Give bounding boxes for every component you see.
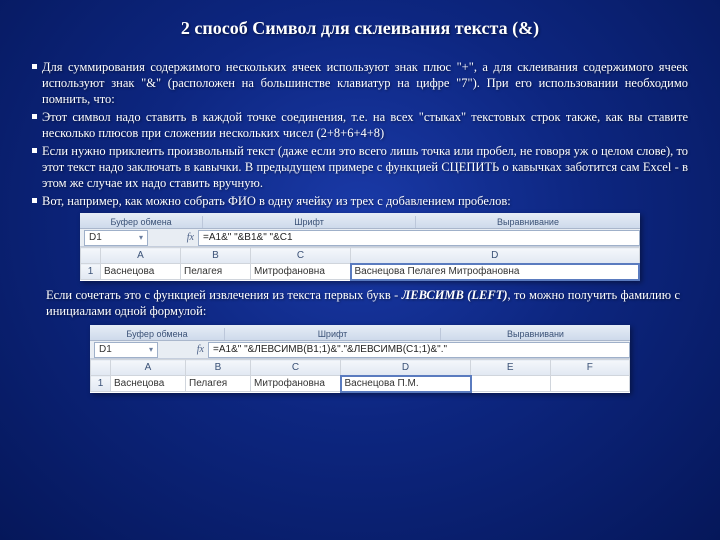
col-header[interactable]: B — [181, 248, 251, 264]
cell-selected[interactable]: Васнецова П.М. — [341, 376, 471, 392]
select-all-corner[interactable] — [91, 360, 111, 376]
bullet-list: Для суммирования содержимого нескольких … — [32, 59, 688, 209]
note-text: Если сочетать это с функцией извлечения … — [46, 287, 680, 320]
col-header[interactable]: F — [550, 360, 630, 376]
ribbon-group-clipboard: Буфер обмена — [90, 328, 225, 340]
slide-title: 2 способ Символ для склеивания текста (&… — [32, 18, 688, 39]
ribbon-group-font: Шрифт — [225, 328, 441, 340]
bullet-item: Для суммирования содержимого нескольких … — [32, 59, 688, 107]
bullet-item: Этот символ надо ставить в каждой точке … — [32, 109, 688, 141]
row-header[interactable]: 1 — [91, 376, 111, 392]
cell[interactable]: Митрофановна — [251, 376, 341, 392]
cell[interactable] — [471, 376, 551, 392]
name-box[interactable]: D1 ▾ — [94, 342, 158, 358]
grid: A B C D 1 Васнецова Пелагея Митрофановна… — [80, 247, 640, 281]
name-box-value: D1 — [89, 232, 102, 243]
fx-icon[interactable]: fx — [187, 232, 194, 243]
col-header[interactable]: C — [251, 360, 341, 376]
col-header[interactable]: A — [111, 360, 186, 376]
dropdown-icon: ▾ — [139, 233, 143, 242]
bullet-item: Если нужно приклеить произвольный текст … — [32, 143, 688, 191]
excel-screenshot-2: Буфер обмена Шрифт Выравнивани D1 ▾ fx =… — [90, 325, 630, 393]
note-em: ЛЕВСИМВ (LEFT) — [402, 288, 508, 302]
cell-selected[interactable]: Васнецова Пелагея Митрофановна — [351, 264, 640, 280]
ribbon-group-align: Выравнивани — [441, 328, 630, 340]
col-header[interactable]: D — [351, 248, 640, 264]
select-all-corner[interactable] — [81, 248, 101, 264]
cell[interactable] — [550, 376, 630, 392]
name-box-value: D1 — [99, 344, 112, 355]
col-header[interactable]: A — [101, 248, 181, 264]
cell[interactable]: Пелагея — [181, 264, 251, 280]
name-box[interactable]: D1 ▾ — [84, 230, 148, 246]
formula-bar: D1 ▾ fx =A1&" "&B1&" "&C1 — [80, 229, 640, 247]
col-header[interactable]: B — [186, 360, 251, 376]
ribbon-group-clipboard: Буфер обмена — [80, 216, 203, 228]
cell[interactable]: Васнецова — [111, 376, 186, 392]
fx-buttons: fx — [158, 344, 208, 355]
fx-buttons: fx — [148, 232, 198, 243]
ribbon-group-font: Шрифт — [203, 216, 416, 228]
excel-screenshot-1: Буфер обмена Шрифт Выравнивание D1 ▾ fx … — [80, 213, 640, 281]
grid: A B C D E F 1 Васнецова Пелагея Митрофан… — [90, 359, 630, 393]
cell[interactable]: Васнецова — [101, 264, 181, 280]
cell[interactable]: Пелагея — [186, 376, 251, 392]
formula-input[interactable]: =A1&" "&ЛЕВСИМВ(B1;1)&"."&ЛЕВСИМВ(C1;1)&… — [208, 342, 630, 358]
bullet-item: Вот, например, как можно собрать ФИО в о… — [32, 193, 688, 209]
col-header[interactable]: E — [471, 360, 551, 376]
col-header[interactable]: D — [341, 360, 471, 376]
dropdown-icon: ▾ — [149, 345, 153, 354]
note-pre: Если сочетать это с функцией извлечения … — [46, 288, 402, 302]
ribbon: Буфер обмена Шрифт Выравнивани — [90, 325, 630, 341]
formula-bar: D1 ▾ fx =A1&" "&ЛЕВСИМВ(B1;1)&"."&ЛЕВСИМ… — [90, 341, 630, 359]
ribbon-group-align: Выравнивание — [416, 216, 640, 228]
cell[interactable]: Митрофановна — [251, 264, 351, 280]
ribbon: Буфер обмена Шрифт Выравнивание — [80, 213, 640, 229]
formula-input[interactable]: =A1&" "&B1&" "&C1 — [198, 230, 640, 246]
fx-icon[interactable]: fx — [197, 344, 204, 355]
col-header[interactable]: C — [251, 248, 351, 264]
row-header[interactable]: 1 — [81, 264, 101, 280]
